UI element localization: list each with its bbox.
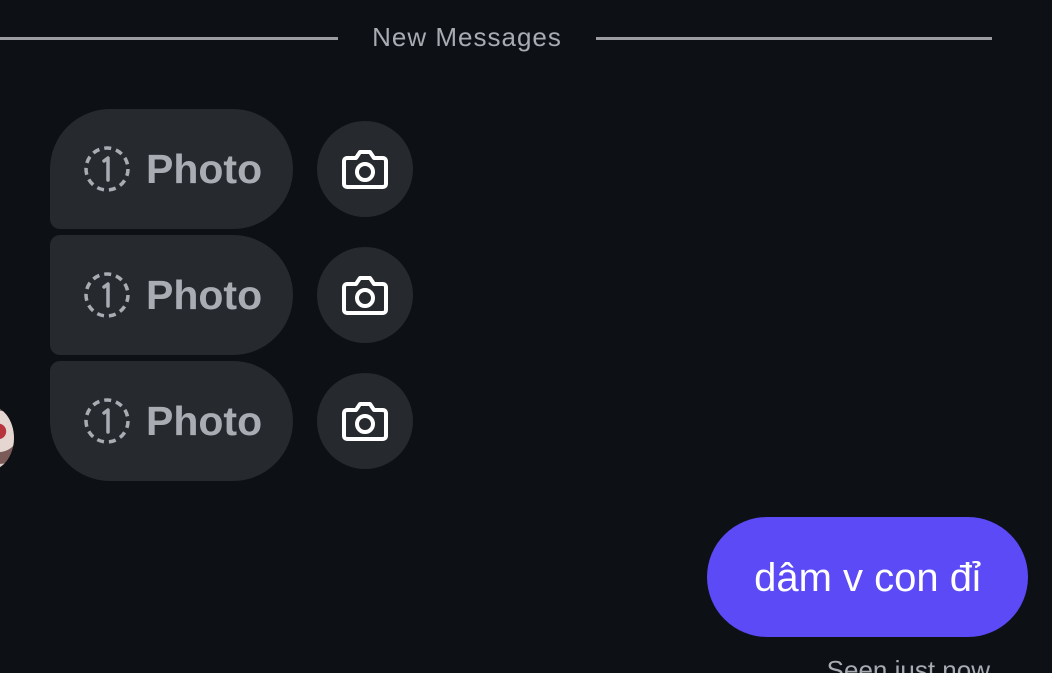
camera-button[interactable] xyxy=(317,247,413,343)
avatar[interactable] xyxy=(0,405,14,471)
photo-label: Photo xyxy=(146,271,263,318)
view-once-1-icon xyxy=(84,146,130,192)
camera-button[interactable] xyxy=(317,373,413,469)
seen-status: Seen just now xyxy=(826,655,990,673)
sent-message-bubble[interactable]: dâm v con đỉ xyxy=(707,517,1028,637)
camera-icon xyxy=(342,402,388,441)
photo-message[interactable]: Photo xyxy=(50,109,293,229)
photo-message[interactable]: Photo xyxy=(50,361,293,481)
view-once-1-icon xyxy=(84,272,130,318)
camera-icon xyxy=(342,150,388,189)
camera-icon xyxy=(342,276,388,315)
divider-line-right xyxy=(596,37,992,40)
chat-thread: New Messages Photo Photo Photo dâm v con… xyxy=(0,0,1052,673)
photo-message[interactable]: Photo xyxy=(50,235,293,355)
photo-label: Photo xyxy=(146,397,263,444)
view-once-1-icon xyxy=(84,398,130,444)
camera-button[interactable] xyxy=(317,121,413,217)
divider-line-left xyxy=(0,37,338,40)
photo-label: Photo xyxy=(146,145,263,192)
new-messages-divider-label: New Messages xyxy=(372,22,562,52)
